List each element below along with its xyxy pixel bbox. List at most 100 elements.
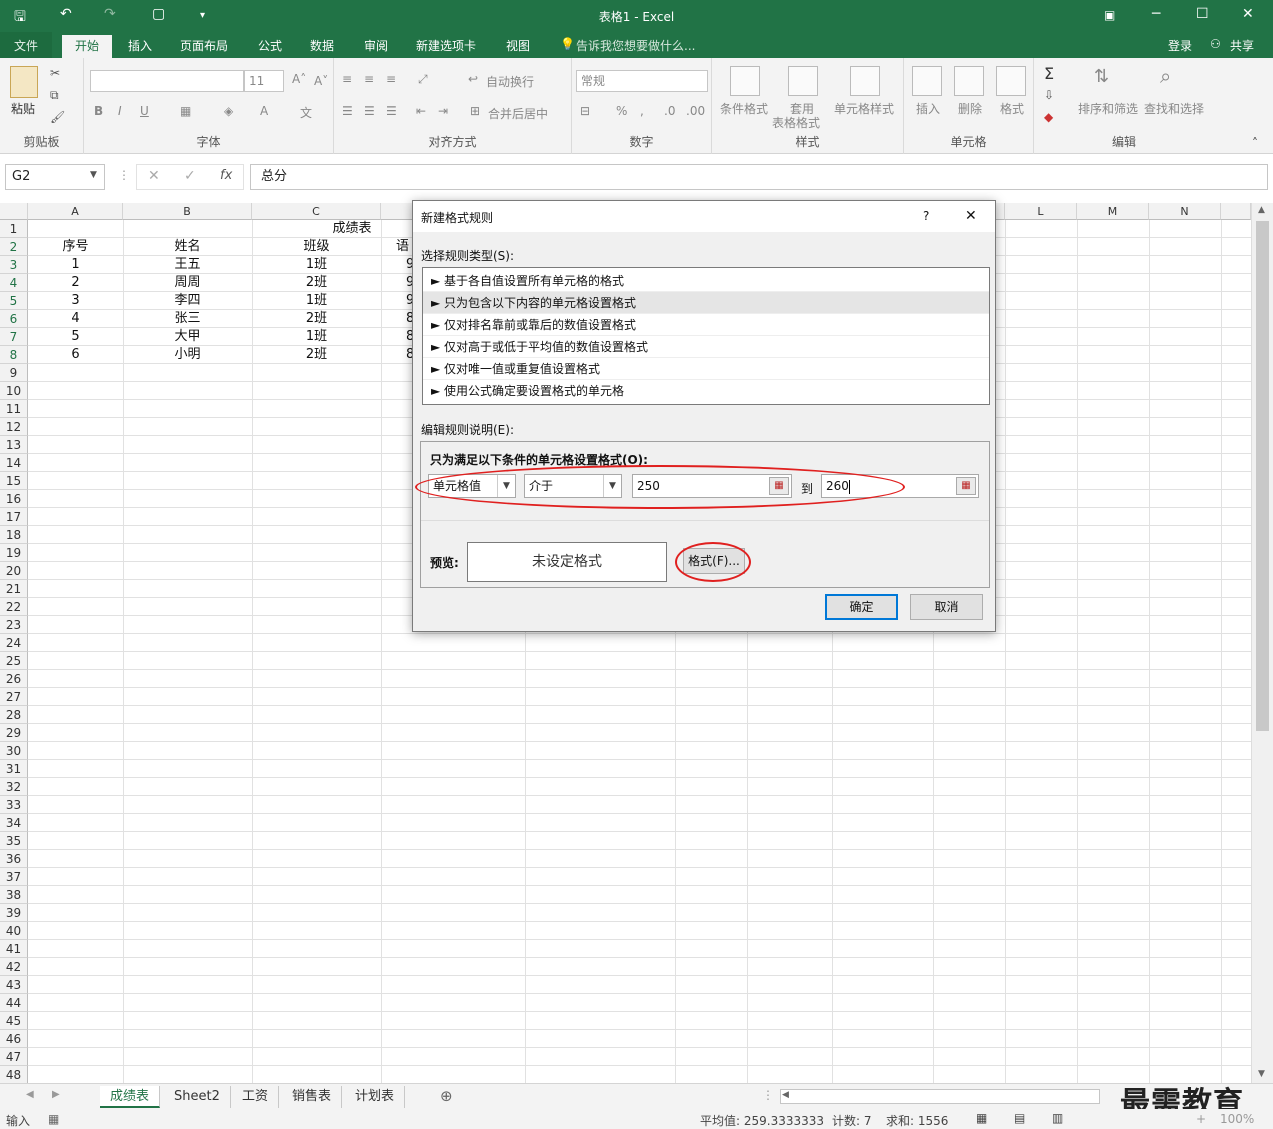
row-header[interactable]: 28 xyxy=(0,706,28,724)
row-header[interactable]: 44 xyxy=(0,994,28,1012)
normal-view-icon[interactable]: ▦ xyxy=(976,1111,987,1125)
row-header[interactable]: 31 xyxy=(0,760,28,778)
table-cell[interactable]: 小明 xyxy=(123,346,252,364)
rule-type-list[interactable]: ► 基于各自值设置所有单元格的格式 ► 只为包含以下内容的单元格设置格式 ► 仅… xyxy=(422,267,990,405)
row-header[interactable]: 43 xyxy=(0,976,28,994)
row-header[interactable]: 26 xyxy=(0,670,28,688)
row-header[interactable]: 42 xyxy=(0,958,28,976)
insert-function-icon[interactable]: fx xyxy=(220,168,232,183)
cell-styles-icon[interactable] xyxy=(850,66,880,96)
tab-page-layout[interactable]: 页面布局 xyxy=(180,37,228,54)
row-header[interactable]: 17 xyxy=(0,508,28,526)
align-left-icon[interactable]: ☰ xyxy=(342,104,353,118)
table-cell[interactable]: 2班 xyxy=(252,310,381,328)
cancel-button[interactable]: 取消 xyxy=(910,594,983,620)
table-cell[interactable]: 4 xyxy=(28,310,123,328)
row-header[interactable]: 22 xyxy=(0,598,28,616)
wrap-text-icon[interactable]: ↩ xyxy=(468,72,478,86)
delete-cells-button[interactable]: 删除 xyxy=(958,100,982,117)
col-header-extra[interactable] xyxy=(1221,203,1251,220)
wrap-text-button[interactable]: 自动换行 xyxy=(486,73,534,90)
cell-styles-button[interactable]: 单元格样式 xyxy=(834,100,894,117)
table-cell[interactable]: 1班 xyxy=(252,328,381,346)
accounting-icon[interactable]: ⊟ xyxy=(580,104,590,118)
col-header-b[interactable]: B xyxy=(123,203,252,220)
delete-cells-icon[interactable] xyxy=(954,66,984,96)
increase-indent-icon[interactable]: ⇥ xyxy=(438,104,448,118)
row-header[interactable]: 46 xyxy=(0,1030,28,1048)
table-format-button-2[interactable]: 表格格式 xyxy=(772,114,820,131)
tab-formulas[interactable]: 公式 xyxy=(258,37,282,54)
ribbon-display-icon[interactable]: ▣ xyxy=(1104,8,1115,22)
sheet-tab-salary[interactable]: 工资 xyxy=(232,1086,280,1108)
row-header[interactable]: 20 xyxy=(0,562,28,580)
orientation-icon[interactable]: ⤢ xyxy=(418,72,428,87)
zoom-level[interactable]: 100% xyxy=(1220,1112,1254,1126)
paste-button[interactable]: 粘贴 xyxy=(11,100,35,117)
sheet-tab-sheet2[interactable]: Sheet2 xyxy=(164,1086,231,1108)
scroll-down-icon[interactable]: ▼ xyxy=(1258,1069,1265,1079)
table-cell[interactable]: 2班 xyxy=(252,346,381,364)
tab-file[interactable]: 文件 xyxy=(0,32,53,58)
tell-me-search[interactable]: 告诉我您想要做什么... xyxy=(576,37,695,54)
tab-view[interactable]: 视图 xyxy=(506,37,530,54)
clear-icon[interactable]: ◆ xyxy=(1044,110,1053,124)
add-sheet-icon[interactable]: ⊕ xyxy=(440,1087,453,1105)
insert-cells-icon[interactable] xyxy=(912,66,942,96)
align-middle-icon[interactable]: ≡ xyxy=(364,72,374,86)
autosum-icon[interactable]: Σ xyxy=(1044,64,1054,83)
decrease-font-icon[interactable]: A˅ xyxy=(314,74,328,88)
format-painter-icon[interactable]: 🖌 xyxy=(50,110,65,124)
rule-type-item[interactable]: ► 仅对排名靠前或靠后的数值设置格式 xyxy=(423,314,989,336)
row-header[interactable]: 9 xyxy=(0,364,28,382)
share-button[interactable]: 共享 xyxy=(1230,37,1254,54)
row-header[interactable]: 5 xyxy=(0,292,28,310)
scroll-left-icon[interactable]: ◀ xyxy=(782,1090,789,1100)
col-header-n[interactable]: N xyxy=(1149,203,1221,220)
login-link[interactable]: 登录 xyxy=(1168,37,1192,54)
row-header[interactable]: 11 xyxy=(0,400,28,418)
scroll-thumb[interactable] xyxy=(1256,221,1269,731)
font-size-box[interactable]: 11 xyxy=(244,70,284,92)
row-header[interactable]: 1 xyxy=(0,220,28,238)
row-header[interactable]: 13 xyxy=(0,436,28,454)
collapse-ribbon-icon[interactable]: ˄ xyxy=(1252,136,1258,150)
border-icon[interactable]: ▦ xyxy=(180,104,191,118)
tab-data[interactable]: 数据 xyxy=(310,37,334,54)
page-break-icon[interactable]: ▥ xyxy=(1052,1111,1063,1125)
row-header[interactable]: 47 xyxy=(0,1048,28,1066)
rule-type-item[interactable]: ► 基于各自值设置所有单元格的格式 xyxy=(423,270,989,292)
table-cell[interactable]: 5 xyxy=(28,328,123,346)
tab-insert[interactable]: 插入 xyxy=(128,37,152,54)
row-header[interactable]: 34 xyxy=(0,814,28,832)
row-header[interactable]: 18 xyxy=(0,526,28,544)
row-header[interactable]: 19 xyxy=(0,544,28,562)
align-top-icon[interactable]: ≡ xyxy=(342,72,352,86)
phonetic-icon[interactable]: 文 xyxy=(300,104,312,121)
sheet-tab-plan[interactable]: 计划表 xyxy=(345,1086,406,1108)
decrease-decimal-icon[interactable]: .00 xyxy=(686,104,705,118)
comma-icon[interactable]: , xyxy=(640,104,644,118)
merge-center-button[interactable]: 合并后居中 xyxy=(488,105,548,122)
format-cells-icon[interactable] xyxy=(996,66,1026,96)
fill-color-icon[interactable]: ◈ xyxy=(224,104,233,118)
find-select-icon[interactable]: ⌕ xyxy=(1160,64,1171,88)
row-header[interactable]: 4 xyxy=(0,274,28,292)
row-header[interactable]: 12 xyxy=(0,418,28,436)
row-header[interactable]: 33 xyxy=(0,796,28,814)
scroll-up-icon[interactable]: ▲ xyxy=(1258,205,1265,215)
conditional-format-icon[interactable] xyxy=(730,66,760,96)
row-header[interactable]: 10 xyxy=(0,382,28,400)
next-sheet-icon[interactable]: ▶ xyxy=(52,1089,60,1100)
table-cell[interactable]: 1班 xyxy=(252,292,381,310)
row-header[interactable]: 15 xyxy=(0,472,28,490)
row-header[interactable]: 23 xyxy=(0,616,28,634)
zoom-in-icon[interactable]: + xyxy=(1196,1112,1206,1126)
split-handle-icon[interactable]: ⋮ xyxy=(762,1088,774,1102)
row-header[interactable]: 36 xyxy=(0,850,28,868)
sheet-tab-scores[interactable]: 成绩表 xyxy=(100,1086,161,1108)
formula-input[interactable]: 总分 xyxy=(250,164,1268,190)
header-cell-seq[interactable]: 序号 xyxy=(28,238,123,256)
copy-icon[interactable]: ⧉ xyxy=(50,88,59,103)
prev-sheet-icon[interactable]: ◀ xyxy=(26,1089,34,1100)
